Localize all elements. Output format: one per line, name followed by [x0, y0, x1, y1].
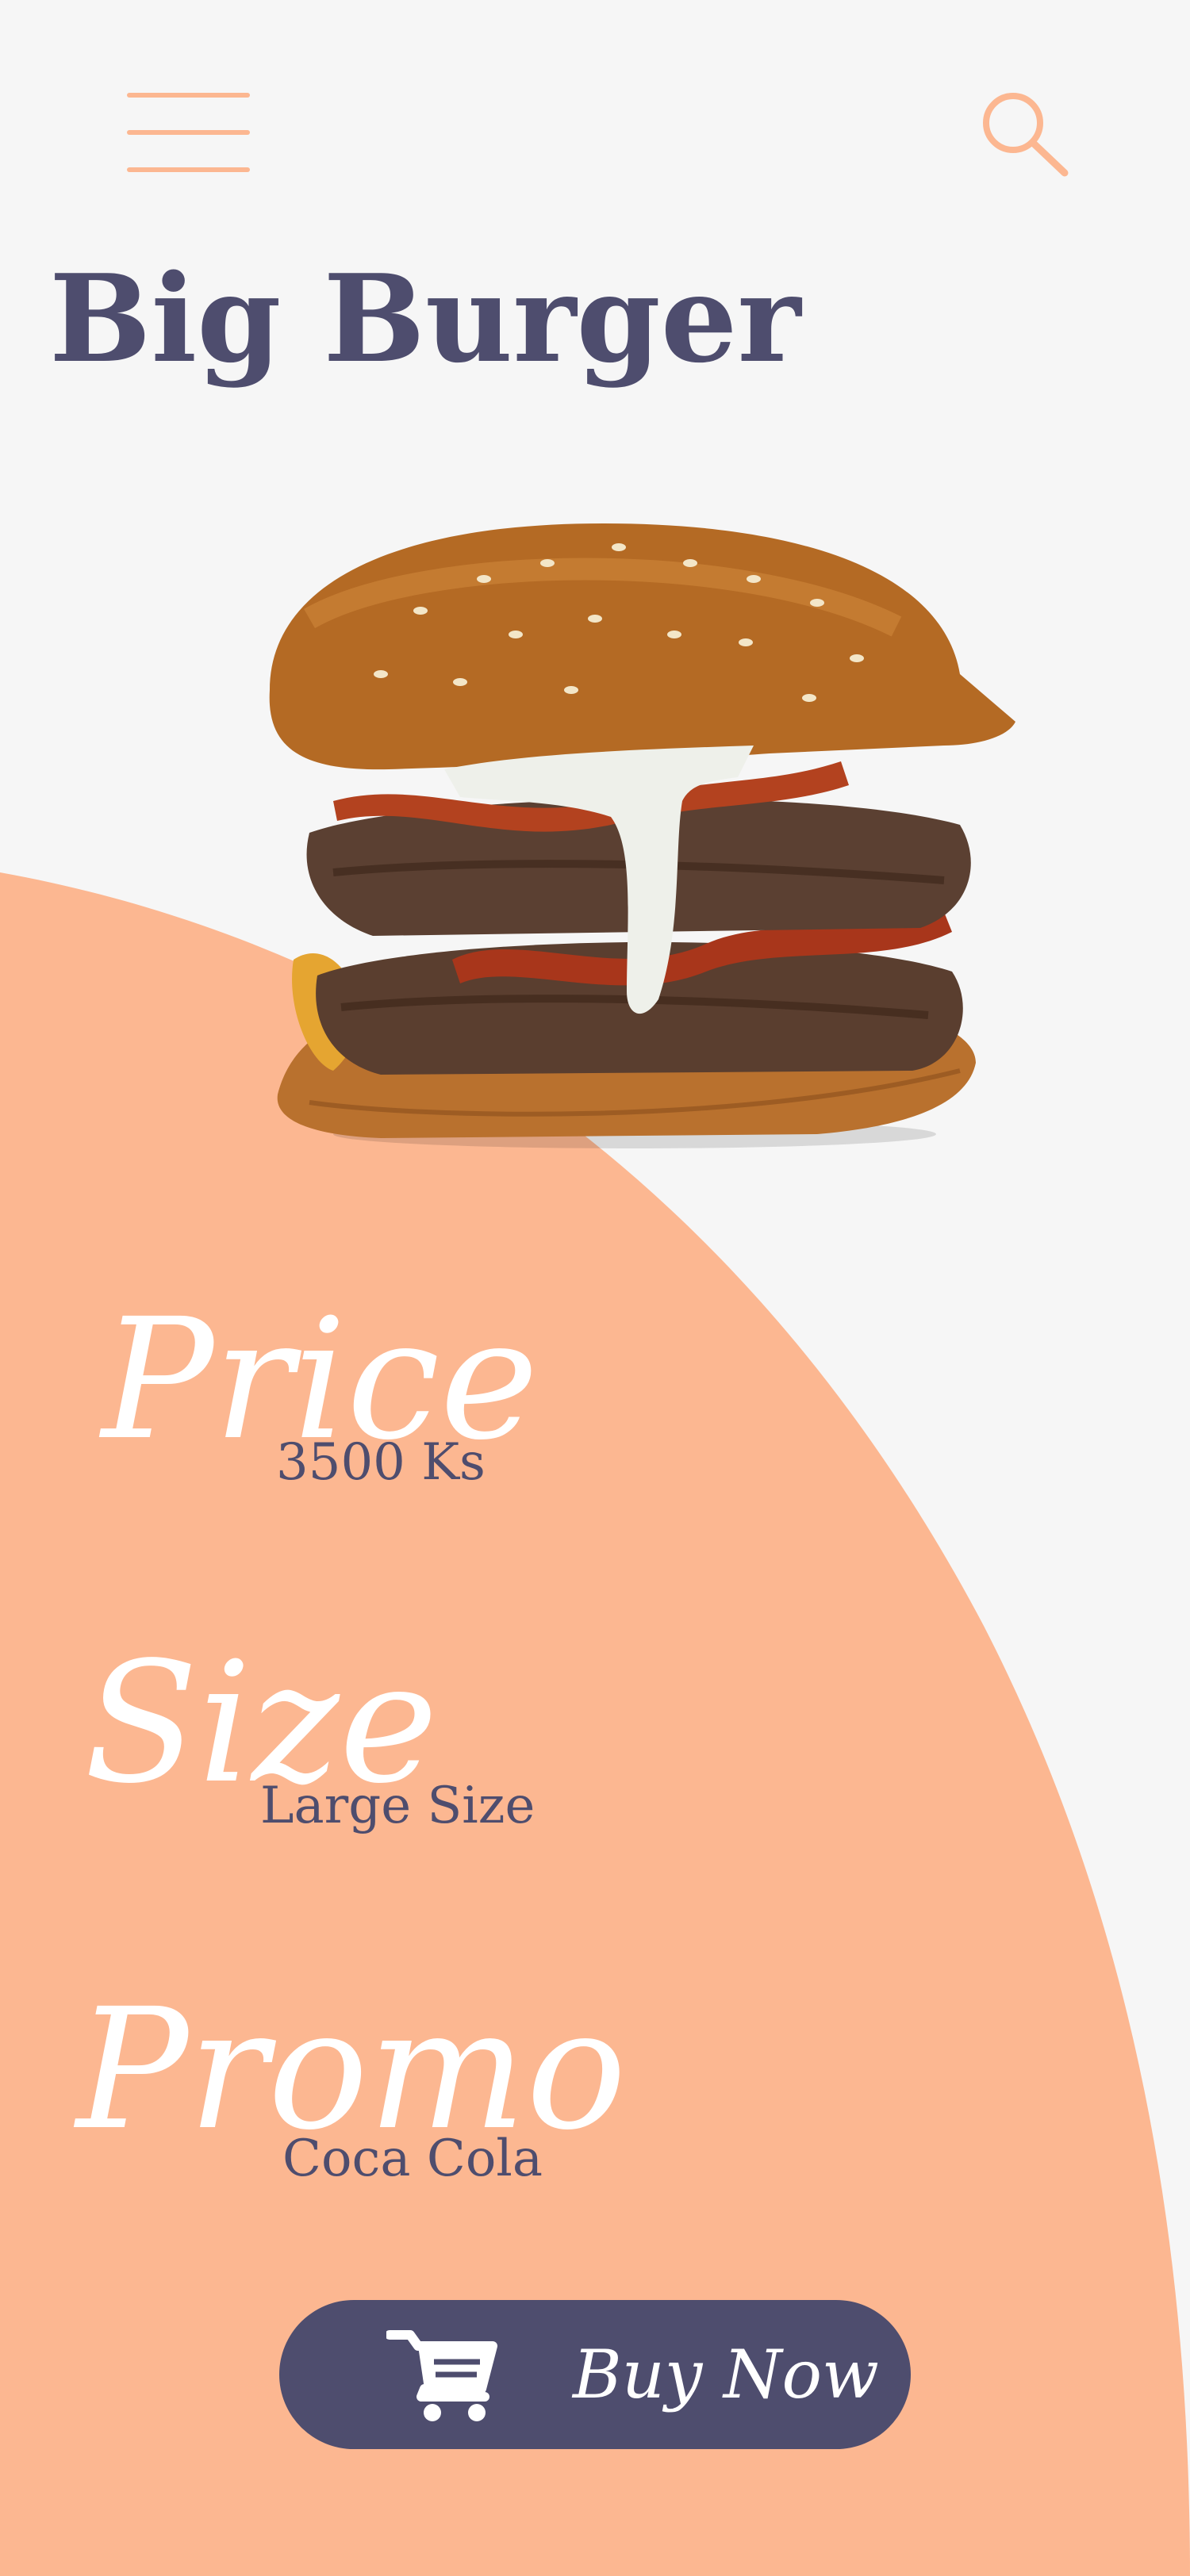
- shopping-cart-icon: [386, 2330, 497, 2421]
- size-value: Large Size: [260, 1777, 536, 1835]
- buy-now-button[interactable]: Buy Now: [279, 2300, 911, 2449]
- price-value: 3500 Ks: [276, 1433, 486, 1492]
- product-title: Big Burger: [49, 247, 801, 389]
- promo-value: Coca Cola: [282, 2129, 543, 2188]
- menu-button[interactable]: [123, 89, 254, 176]
- buy-now-label: Buy Now: [573, 2336, 879, 2413]
- burger-image: [269, 523, 1015, 1148]
- hamburger-menu-icon: [127, 93, 250, 98]
- search-button[interactable]: [976, 87, 1071, 182]
- promo-label: Promo: [76, 1972, 627, 2167]
- search-icon: [983, 93, 1069, 177]
